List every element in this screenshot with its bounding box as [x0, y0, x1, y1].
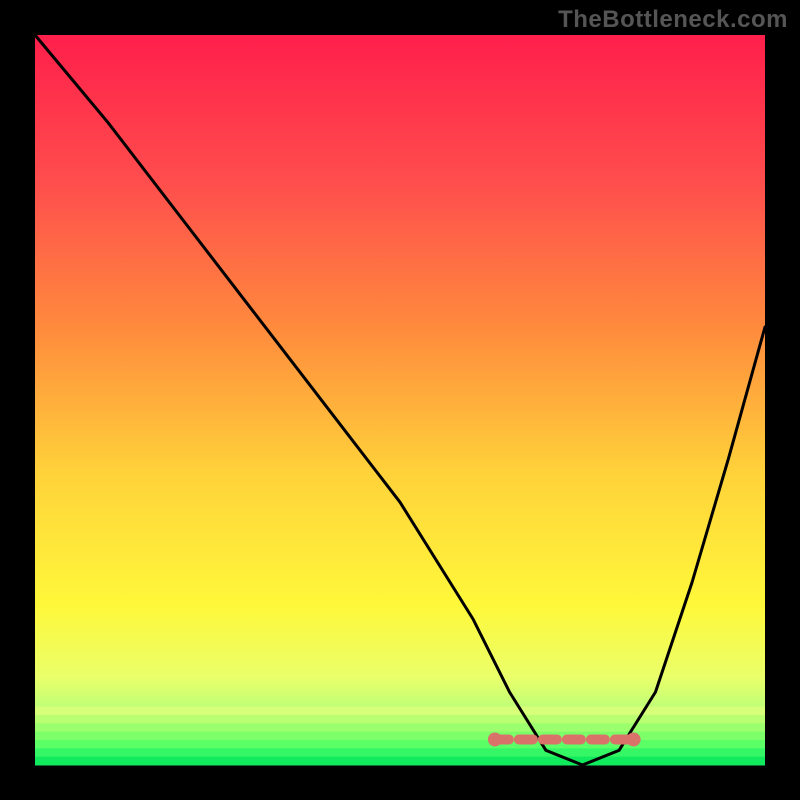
gradient-background — [35, 35, 765, 765]
bottleneck-chart — [0, 0, 800, 800]
bottom-band — [35, 707, 765, 766]
chart-frame: TheBottleneck.com — [0, 0, 800, 800]
